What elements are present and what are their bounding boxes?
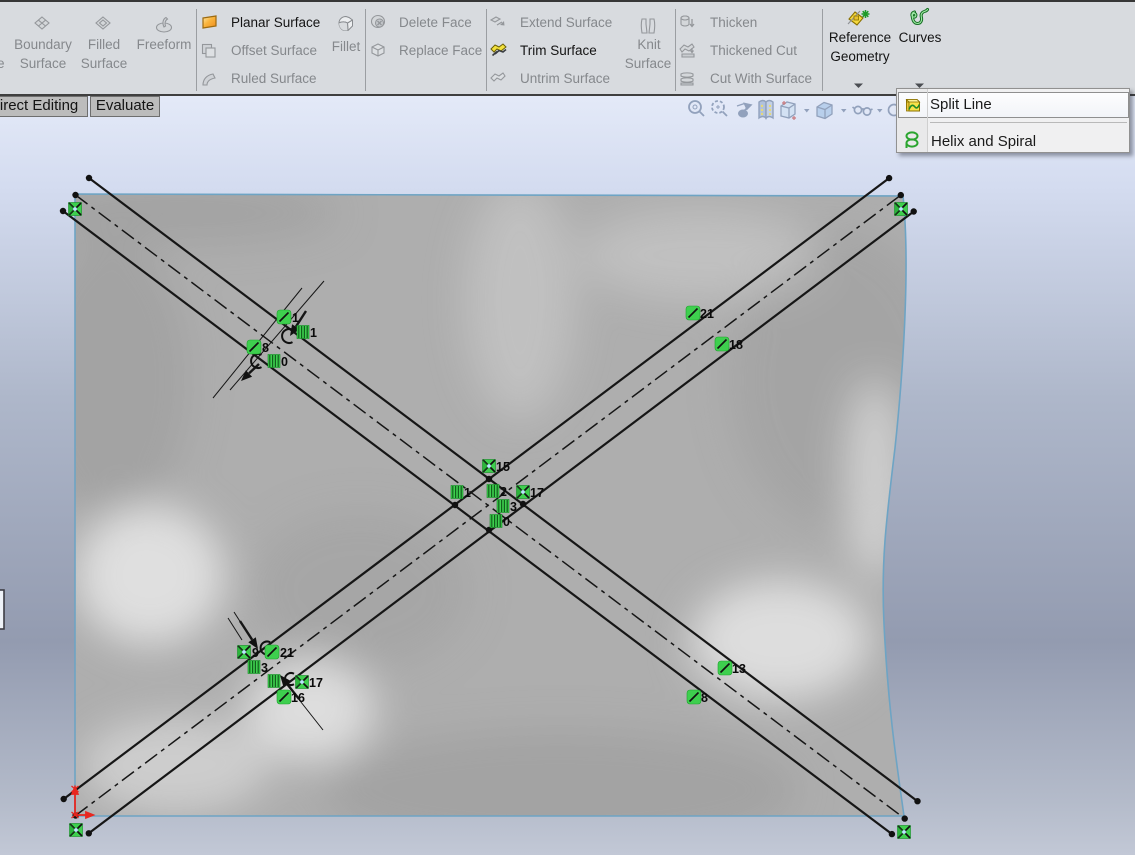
- svg-text:21: 21: [280, 646, 294, 660]
- svg-text:1: 1: [292, 311, 299, 325]
- svg-text:17: 17: [309, 676, 323, 690]
- svg-text:21: 21: [700, 307, 714, 321]
- svg-text:1: 1: [310, 326, 317, 340]
- svg-text:3: 3: [261, 661, 268, 675]
- svg-text:0: 0: [281, 355, 288, 369]
- svg-text:2: 2: [500, 485, 507, 499]
- svg-text:13: 13: [732, 662, 746, 676]
- svg-text:15: 15: [496, 460, 510, 474]
- svg-text:17: 17: [530, 486, 544, 500]
- svg-text:0: 0: [503, 515, 510, 529]
- svg-text:1: 1: [464, 486, 471, 500]
- svg-text:8: 8: [262, 341, 269, 355]
- svg-text:9: 9: [252, 646, 259, 660]
- svg-text:3: 3: [510, 500, 517, 514]
- svg-text:18: 18: [729, 338, 743, 352]
- svg-text:8: 8: [701, 691, 708, 705]
- svg-text:16: 16: [291, 691, 305, 705]
